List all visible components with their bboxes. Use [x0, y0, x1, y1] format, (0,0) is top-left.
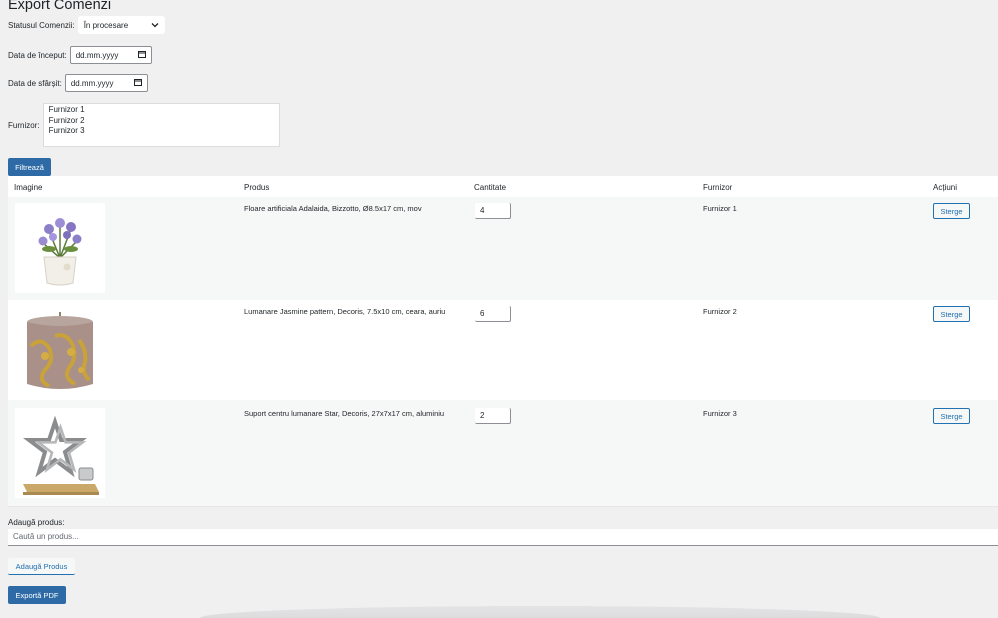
header-actions: Acțiuni [933, 183, 958, 192]
status-label: Statusul Comenzii: [8, 20, 75, 30]
status-select-value: În procesare [83, 20, 129, 30]
end-date-row: Data de sfârșit: dd.mm.yyyy [8, 74, 148, 92]
quantity-input[interactable]: 2 [475, 408, 511, 424]
status-filter-row: Statusul Comenzii: În procesare [8, 16, 165, 34]
header-supplier: Furnizor [703, 183, 733, 192]
supplier-option[interactable]: Furnizor 3 [49, 126, 274, 137]
orders-table: Imagine Produs Cantitate Furnizor Acțiun… [8, 176, 998, 507]
add-product-label: Adaugă produs: [8, 518, 65, 527]
page-title: Export Comenzi [8, 0, 112, 13]
quantity-input[interactable]: 6 [475, 306, 511, 322]
table-header: Imagine Produs Cantitate Furnizor Acțiun… [8, 176, 998, 197]
supplier-listbox[interactable]: Furnizor 1 Furnizor 2 Furnizor 3 [42, 103, 280, 147]
page-bottom-shadow [200, 606, 880, 618]
header-product: Produs [244, 183, 270, 192]
start-date-label: Data de început: [8, 50, 67, 60]
header-quantity: Cantitate [474, 183, 507, 192]
start-date-input[interactable]: dd.mm.yyyy [69, 46, 152, 64]
end-date-label: Data de sfârșit: [8, 78, 62, 88]
quantity-input[interactable]: 4 [475, 203, 511, 219]
supplier-option[interactable]: Furnizor 1 [49, 105, 274, 116]
chevron-down-icon [151, 21, 159, 30]
product-name: Floare artificiala Adalaida, Bizzotto, Ø… [244, 204, 422, 213]
delete-button[interactable]: Sterge [933, 306, 970, 322]
supplier-name: Furnizor 3 [703, 409, 737, 418]
supplier-filter-row: Furnizor: Furnizor 1 Furnizor 2 Furnizor… [8, 103, 280, 147]
product-search-input[interactable]: Caută un produs... [8, 529, 998, 546]
end-date-input[interactable]: dd.mm.yyyy [64, 74, 148, 92]
add-product-button[interactable]: Adaugă Produs [8, 558, 75, 575]
header-image: Imagine [14, 183, 43, 192]
calendar-icon[interactable] [137, 50, 146, 60]
table-row: Suport centru lumanare Star, Decoris, 27… [8, 403, 998, 503]
table-row: Lumanare Jasmine pattern, Decoris, 7.5x1… [8, 300, 998, 400]
status-select[interactable]: În procesare [77, 16, 165, 34]
star-candle-holder-image [15, 408, 105, 498]
supplier-name: Furnizor 1 [703, 204, 737, 213]
candle-image [15, 306, 105, 396]
start-date-row: Data de început: dd.mm.yyyy [8, 46, 152, 64]
product-name: Suport centru lumanare Star, Decoris, 27… [244, 409, 445, 418]
supplier-name: Furnizor 2 [703, 307, 737, 316]
filter-button[interactable]: Filtrează [8, 158, 51, 176]
table-row: Floare artificiala Adalaida, Bizzotto, Ø… [8, 197, 998, 297]
start-date-value: dd.mm.yyyy [75, 50, 119, 60]
supplier-label: Furnizor: [8, 120, 40, 130]
delete-button[interactable]: Sterge [933, 203, 970, 219]
export-pdf-button[interactable]: Exportă PDF [8, 586, 66, 604]
product-name: Lumanare Jasmine pattern, Decoris, 7.5x1… [244, 307, 446, 316]
calendar-icon[interactable] [133, 78, 142, 88]
end-date-value: dd.mm.yyyy [70, 78, 114, 88]
flower-pot-image [15, 203, 105, 293]
supplier-option[interactable]: Furnizor 2 [49, 116, 274, 127]
delete-button[interactable]: Sterge [933, 408, 970, 424]
